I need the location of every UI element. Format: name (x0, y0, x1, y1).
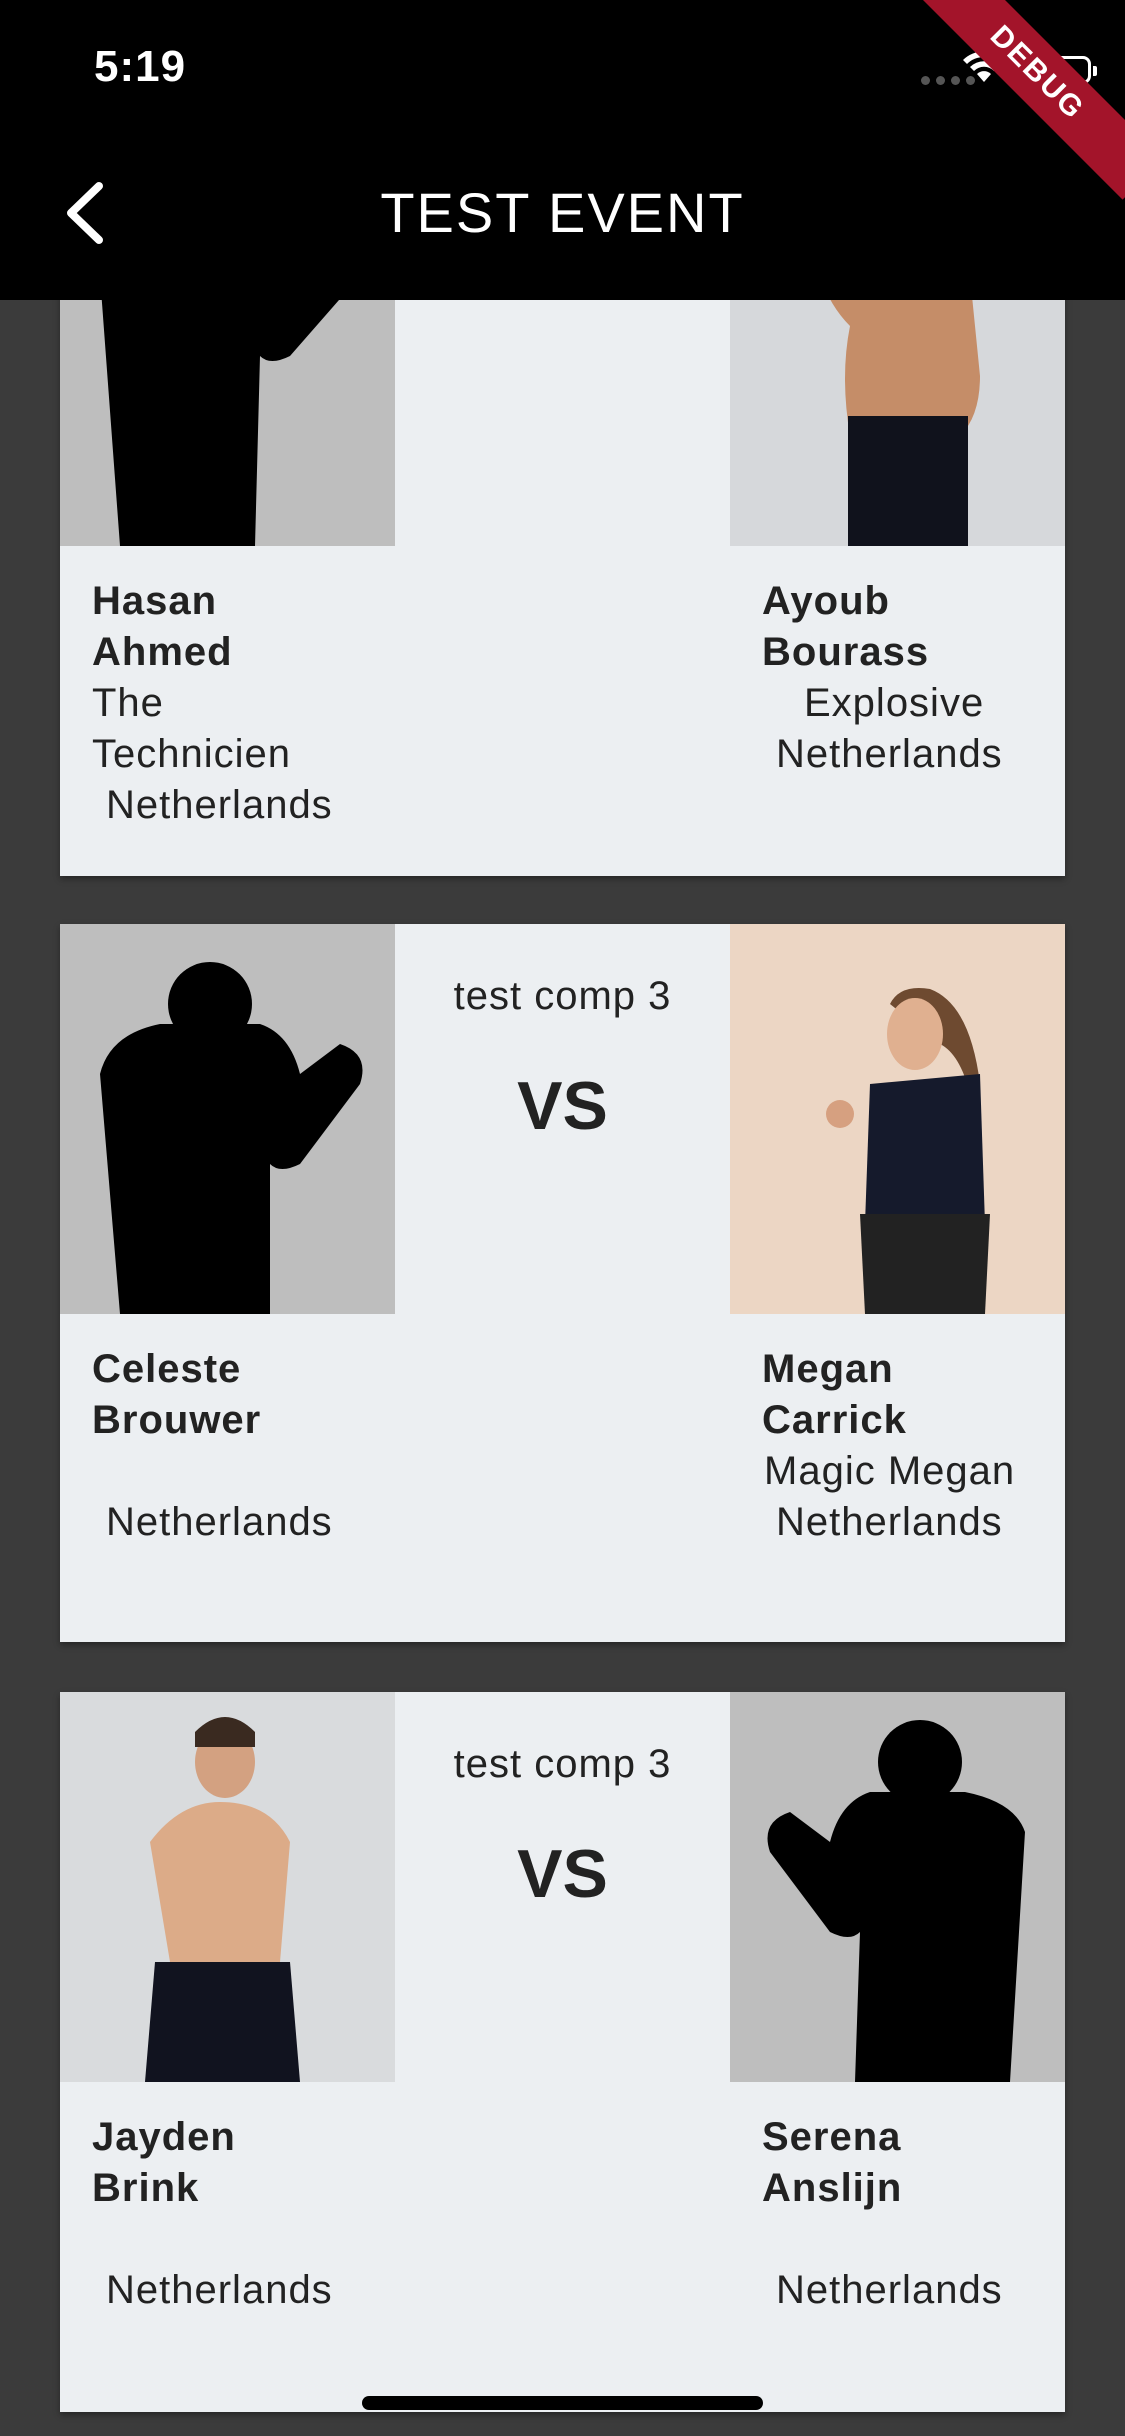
page-title: TEST EVENT (380, 181, 745, 244)
silhouette-icon (60, 924, 395, 1314)
fighter-first-name: Megan (762, 1347, 894, 1391)
fighter-country: Netherlands (776, 2268, 1003, 2312)
fighter-last-name: Carrick (762, 1398, 907, 1442)
fighter-first-name: Serena (762, 2115, 902, 2159)
fighter-info-right: Megan Carrick Magic Megan Netherlands (762, 1344, 1097, 1548)
fighter-photo-left (60, 924, 395, 1314)
silhouette-icon (730, 1692, 1065, 2082)
competition-label: test comp 3 (453, 974, 672, 1018)
fighter-first-name: Jayden (92, 2115, 236, 2159)
match-center: test comp 3 VS (395, 1692, 730, 1913)
match-card[interactable]: test comp 3 VS Jayden Brink Netherlands … (60, 1692, 1065, 2412)
fighter-country: Netherlands (106, 783, 333, 827)
vs-label: VS (517, 1068, 608, 1144)
match-center: test comp 3 VS (395, 924, 730, 1145)
fighter-nickname: Magic Megan (764, 1449, 1016, 1493)
competition-label: test comp 3 (453, 1742, 672, 1786)
fighter-info-left: Hasan Ahmed The Technicien Netherlands (92, 576, 427, 831)
fighter-photo-right (730, 924, 1065, 1314)
fighter-last-name: Anslijn (762, 2166, 903, 2210)
fighter-nickname: Explosive (804, 681, 985, 725)
fighter-first-name: Hasan (92, 579, 218, 623)
fighter-nickname (762, 2214, 1097, 2265)
fighter-nickname: The (92, 681, 164, 725)
fighter-info-left: Celeste Brouwer Netherlands (92, 1344, 427, 1548)
fighter-info-right: Serena Anslijn Netherlands (762, 2112, 1097, 2316)
fighter-first-name: Celeste (92, 1347, 242, 1391)
home-indicator[interactable] (362, 2396, 763, 2410)
fighter-info-right: Ayoub Bourass Explosive Netherlands (762, 576, 1097, 780)
fighter-first-name: Ayoub (762, 579, 890, 623)
fighter-photo-image (730, 924, 1065, 1314)
vs-label: VS (517, 1836, 608, 1912)
fighter-last-name: Bourass (762, 630, 930, 674)
fighter-last-name: Brink (92, 2166, 200, 2210)
fighter-photo-left (60, 1692, 395, 2082)
debug-banner: DEBUG (910, 0, 1125, 200)
fighter-country: Netherlands (106, 2268, 333, 2312)
fighter-nickname: Technicien (92, 732, 292, 776)
status-time: 5:19 (94, 42, 187, 91)
fighter-last-name: Brouwer (92, 1398, 262, 1442)
fighter-info-left: Jayden Brink Netherlands (92, 2112, 427, 2316)
app-header: 5:19 DEBUG TEST EVENT (0, 0, 1125, 300)
fighter-nickname (92, 1446, 427, 1497)
fighter-nickname (92, 2214, 427, 2265)
fighter-photo-image (60, 1692, 395, 2082)
fighter-country: Netherlands (776, 732, 1003, 776)
fighter-country: Netherlands (106, 1500, 333, 1544)
match-card[interactable]: test comp 3 VS Celeste Brouwer Netherlan… (60, 924, 1065, 1642)
fighter-photo-right (730, 1692, 1065, 2082)
fighter-country: Netherlands (776, 1500, 1003, 1544)
fighter-last-name: Ahmed (92, 630, 233, 674)
